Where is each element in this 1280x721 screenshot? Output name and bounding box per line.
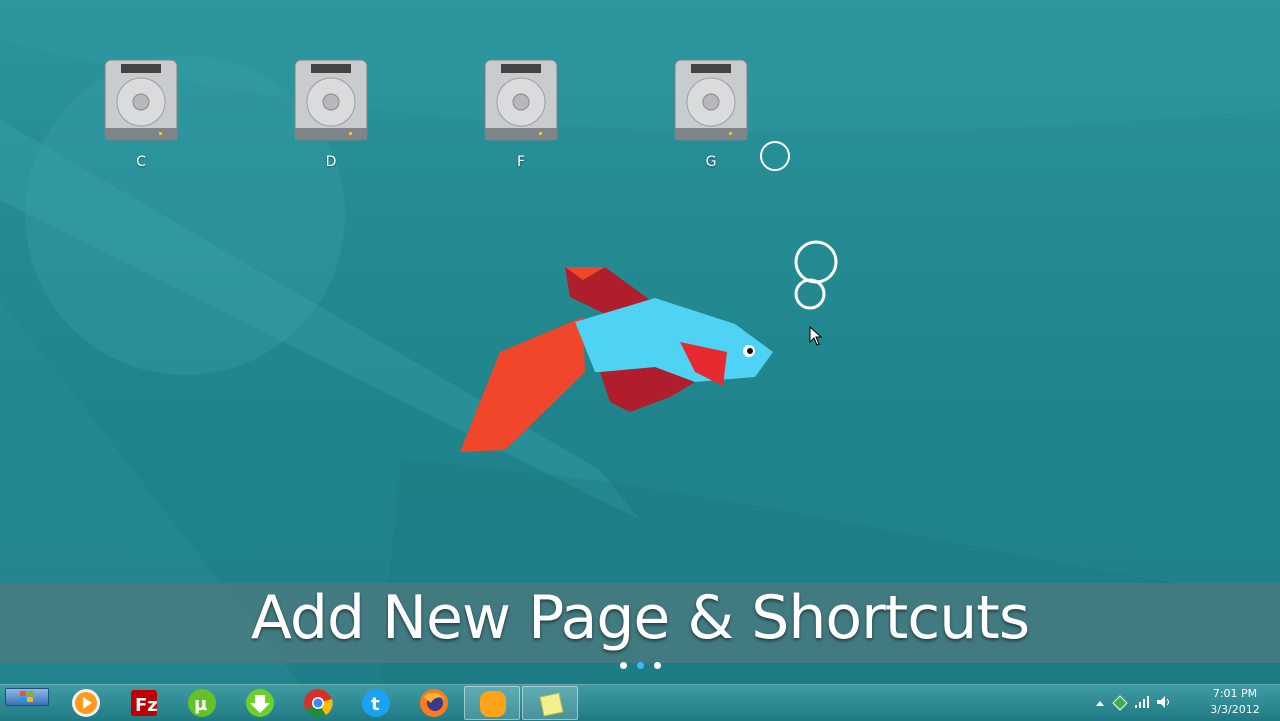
svg-text:t: t	[371, 694, 380, 715]
page-dot-active[interactable]	[637, 662, 644, 669]
twitter-icon: t	[362, 689, 390, 717]
security-icon[interactable]	[1112, 695, 1128, 711]
media-player-icon	[72, 689, 100, 717]
caption-banner: Add New Page & Shortcuts	[0, 583, 1280, 663]
desktop: C D F G	[0, 0, 1280, 684]
mouse-cursor-icon	[809, 326, 823, 346]
system-tray: 7:01 PM 3/3/2012	[1090, 685, 1280, 721]
taskbar-filezilla[interactable]: Fz	[116, 686, 172, 720]
drive-label: C	[136, 154, 146, 170]
betta-fish-illustration	[460, 267, 773, 452]
taskbar-orange-app[interactable]	[464, 686, 520, 720]
taskbar-firefox[interactable]	[406, 686, 462, 720]
taskbar: Fz µ t 7:01 PM 3/3/2012	[0, 684, 1280, 721]
hard-drive-icon	[674, 59, 748, 141]
hard-drive-icon	[484, 59, 558, 141]
hard-drive-icon	[104, 59, 178, 141]
page-dot[interactable]	[654, 662, 661, 669]
taskbar-twitter[interactable]: t	[348, 686, 404, 720]
drive-label: F	[516, 154, 526, 170]
show-hidden-icons-icon[interactable]	[1095, 699, 1105, 709]
windows-logo-icon	[20, 691, 33, 702]
volume-icon[interactable]	[1156, 695, 1172, 709]
drive-f[interactable]: F	[476, 56, 566, 176]
drive-c[interactable]: C	[96, 56, 186, 176]
taskbar-download-manager[interactable]	[232, 686, 288, 720]
start-button[interactable]	[5, 688, 49, 706]
download-manager-icon	[246, 689, 274, 717]
page-dot[interactable]	[620, 662, 627, 669]
clock-date: 3/3/2012	[1210, 703, 1260, 716]
drive-d[interactable]: D	[286, 56, 376, 176]
clock-time: 7:01 PM	[1212, 687, 1258, 700]
chrome-icon	[304, 689, 333, 718]
drive-label: D	[325, 154, 337, 170]
taskbar-utorrent[interactable]: µ	[174, 686, 230, 720]
taskbar-media-player[interactable]	[58, 686, 114, 720]
svg-text:Fz: Fz	[135, 695, 158, 716]
taskbar-chrome[interactable]	[290, 686, 346, 720]
sticky-notes-icon	[539, 692, 564, 717]
orange-app-icon	[480, 691, 506, 717]
taskbar-sticky-notes[interactable]	[522, 686, 578, 720]
banner-title: Add New Page & Shortcuts	[250, 583, 1030, 653]
filezilla-icon: Fz	[131, 690, 158, 716]
firefox-icon	[420, 689, 448, 717]
drive-g[interactable]: G	[666, 56, 756, 176]
hard-drive-icon	[294, 59, 368, 141]
page-indicator	[620, 662, 662, 670]
network-signal-icon[interactable]	[1134, 695, 1150, 709]
drive-label: G	[705, 154, 717, 170]
svg-text:µ: µ	[194, 694, 207, 715]
utorrent-icon: µ	[188, 689, 216, 717]
clock[interactable]: 7:01 PM 3/3/2012	[1200, 686, 1270, 718]
